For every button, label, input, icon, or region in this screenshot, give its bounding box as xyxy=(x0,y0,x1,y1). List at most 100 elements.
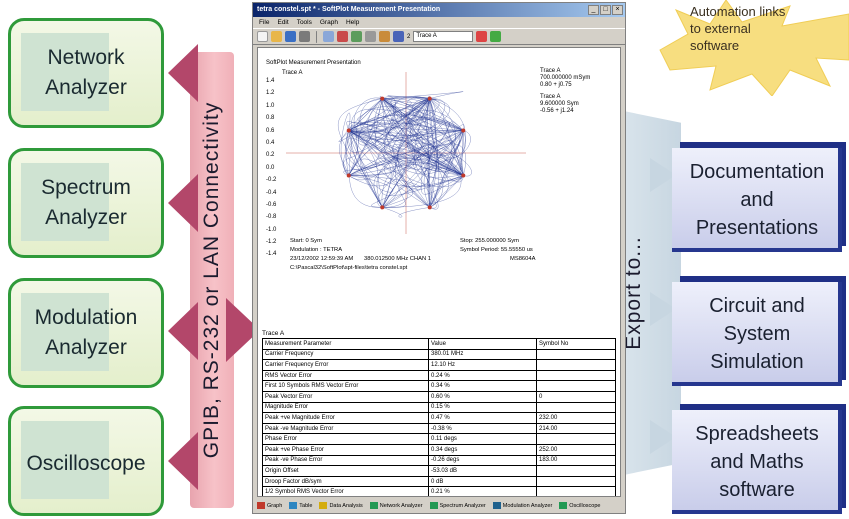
tab-table[interactable]: Table xyxy=(287,502,314,509)
output-simulation-label: Circuit and System Simulation xyxy=(709,295,805,373)
output-simulation: Circuit and System Simulation xyxy=(672,276,846,386)
marker-1-line: Trace A xyxy=(540,68,561,74)
constellation-symbol-point xyxy=(427,205,432,210)
tab-icon xyxy=(289,502,298,509)
table-row: RMS Vector Error 0.24 % xyxy=(262,369,616,382)
spectrum-analyzer-label: Spectrum Analyzer xyxy=(41,176,131,229)
marker-1-line: 700.000000 mSym xyxy=(540,75,591,81)
close-icon[interactable]: × xyxy=(612,5,623,15)
output-documentation-label: Documentation and Presentations xyxy=(689,161,825,239)
table-cell xyxy=(536,348,616,361)
table-cell: 0.60 % xyxy=(428,390,537,403)
table-cell xyxy=(536,369,616,382)
table-cell: First 10 Symbols RMS Vector Error xyxy=(262,380,429,392)
table-title: Trace A xyxy=(262,330,285,337)
graph-icon[interactable] xyxy=(337,31,348,42)
save-icon[interactable] xyxy=(285,31,296,42)
y-tick-label: -0.8 xyxy=(266,214,277,221)
info-model: MS8604A xyxy=(510,256,536,262)
table-cell: Peak Vector Error xyxy=(262,390,429,403)
info-row: Modulation : TETRA Symbol Period: 55.555… xyxy=(290,247,533,253)
network-analyzer-box: Network Analyzer xyxy=(8,18,164,128)
table-cell: -0.38 % xyxy=(428,422,537,435)
y-tick-label: 0.2 xyxy=(266,152,275,159)
tab-data-analysis[interactable]: Data Analysis xyxy=(317,502,364,509)
title-bar[interactable]: tetra constel.spt * - SoftPlot Measureme… xyxy=(253,3,625,17)
y-tick-label: -1.0 xyxy=(266,226,277,233)
tab-label: Modulation Analyzer xyxy=(502,502,553,509)
tab-oscilloscope[interactable]: Oscilloscope xyxy=(557,502,602,509)
table-cell: Phase Error xyxy=(262,433,429,445)
table-icon[interactable] xyxy=(351,31,362,42)
zoom-icon[interactable] xyxy=(323,31,334,42)
open-folder-icon[interactable] xyxy=(271,31,282,42)
marker-2-line: Trace A xyxy=(540,94,561,100)
y-tick-label: -0.6 xyxy=(266,201,277,208)
table-cell xyxy=(536,475,616,488)
tab-network-analyzer[interactable]: Network Analyzer xyxy=(368,502,425,509)
constellation-trajectory xyxy=(338,91,472,218)
marker-red-icon[interactable] xyxy=(476,31,488,42)
info-start: Start: 0 Sym xyxy=(290,238,322,244)
table-row: First 10 Symbols RMS Vector Error 0.34 % xyxy=(262,380,616,392)
y-tick-label: 0.4 xyxy=(266,139,275,146)
tab-label: Table xyxy=(299,502,313,509)
marker-icon[interactable] xyxy=(393,31,404,42)
y-tick-label: -0.2 xyxy=(266,177,277,184)
y-tick-label: -1.4 xyxy=(266,251,277,258)
window-controls: _ □ × xyxy=(588,5,623,15)
table-cell: 252.00 xyxy=(536,443,616,456)
trace-select[interactable]: Trace A xyxy=(413,31,474,42)
softplot-window: tetra constel.spt * - SoftPlot Measureme… xyxy=(252,2,626,514)
menu-help[interactable]: Help xyxy=(346,17,359,28)
output-spreadsheets-label: Spreadsheets and Maths software xyxy=(695,423,819,501)
tab-spectrum-analyzer[interactable]: Spectrum Analyzer xyxy=(428,502,488,509)
grid-icon[interactable] xyxy=(365,31,376,42)
marker-2-readout: Trace A 9.600000 Sym -0.56 + j1.24 xyxy=(540,94,579,115)
table-row: Phase Error 0.11 degs xyxy=(262,433,616,445)
table-cell: Peak +ve Phase Error xyxy=(262,443,429,456)
output-spreadsheets: Spreadsheets and Maths software xyxy=(672,404,846,514)
trace-number: 2 xyxy=(407,33,411,40)
table-cell: Peak +ve Magnitude Error xyxy=(262,412,429,424)
table-cell: Peak -ve Magnitude Error xyxy=(262,422,429,435)
tab-graph[interactable]: Graph xyxy=(255,502,284,509)
constellation-symbol-point xyxy=(380,205,385,210)
tab-icon xyxy=(559,502,568,509)
info-row: Start: 0 Sym Stop: 255.000000 Sym xyxy=(290,238,519,244)
marker-green-icon[interactable] xyxy=(490,31,502,42)
constellation-symbol-point xyxy=(346,128,351,133)
menu-file[interactable]: File xyxy=(259,17,269,28)
info-date: 23/12/2002 12:59:39 AM xyxy=(290,256,354,262)
info-path: C:\Pascal32\SoftPlot\spt-files\tetra con… xyxy=(290,265,408,271)
modulation-analyzer-label: Modulation Analyzer xyxy=(34,306,138,359)
menu-graph[interactable]: Graph xyxy=(320,17,338,28)
print-icon[interactable] xyxy=(299,31,310,42)
edit-icon[interactable] xyxy=(379,31,390,42)
table-header-row: Measurement Parameter Value Symbol No xyxy=(262,338,616,350)
menu-tools[interactable]: Tools xyxy=(297,17,312,28)
minimize-icon[interactable]: _ xyxy=(588,5,599,15)
tab-icon xyxy=(492,502,501,509)
y-tick-label: 1.2 xyxy=(266,90,275,97)
toolbar: 2 Trace A xyxy=(253,28,625,45)
plot-title: SoftPlot Measurement Presentation xyxy=(266,60,361,66)
tab-icon xyxy=(319,502,328,509)
table-cell: 0.15 % xyxy=(428,401,537,414)
menu-bar: File Edit Tools Graph Help xyxy=(253,17,625,28)
table-cell: Carrier Frequency xyxy=(262,348,429,361)
table-cell xyxy=(536,380,616,392)
tab-modulation-analyzer[interactable]: Modulation Analyzer xyxy=(491,502,555,509)
table-cell: Origin Offset xyxy=(262,465,429,477)
automation-label: Automation links to external software xyxy=(690,4,786,53)
marker-1-readout: Trace A 700.000000 mSym 0.80 + j0.75 xyxy=(540,68,590,89)
tab-icon xyxy=(429,502,438,509)
table-row: Peak -ve Phase Error -0.26 degs 183.00 xyxy=(262,454,616,467)
table-cell: 183.00 xyxy=(536,454,616,467)
y-tick-label: 0.0 xyxy=(266,164,275,171)
table-cell: 1/2 Symbol RMS Vector Error xyxy=(262,486,429,496)
constellation-symbol-point xyxy=(461,128,466,133)
maximize-icon[interactable]: □ xyxy=(600,5,611,15)
menu-edit[interactable]: Edit xyxy=(277,17,288,28)
new-file-icon[interactable] xyxy=(257,31,268,42)
